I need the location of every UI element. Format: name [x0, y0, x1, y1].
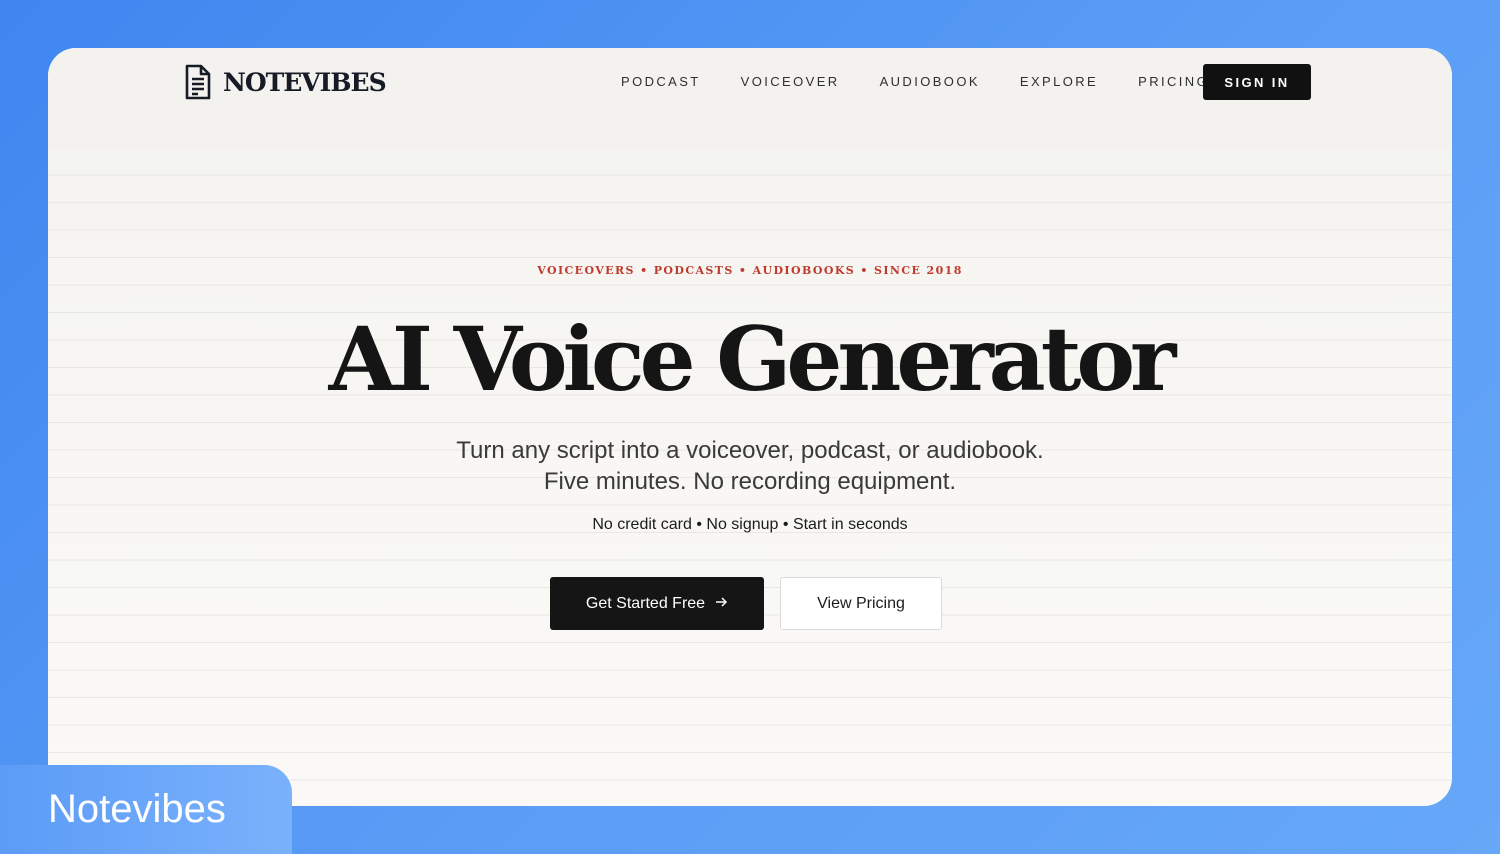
nav-item-explore[interactable]: EXPLORE [1020, 74, 1098, 90]
brand-name: NOTEVIBES [223, 67, 387, 97]
hero-eyebrow: VOICEOVERS • PODCASTS • AUDIOBOOKS • SIN… [537, 264, 963, 277]
badge-label: Notevibes [48, 787, 226, 831]
view-pricing-label: View Pricing [817, 594, 905, 612]
get-started-label: Get Started Free [585, 594, 706, 612]
nav-item-pricing[interactable]: PRICING [1138, 74, 1209, 90]
browser-frame: NOTEVIBES PODCAST VOICEOVER AUDIOBOOK EX… [48, 48, 1452, 806]
nav-item-podcast[interactable]: PODCAST [621, 74, 701, 90]
hero-perks: No credit card • No signup • Start in se… [592, 516, 908, 533]
nav-item-audiobook[interactable]: AUDIOBOOK [880, 74, 980, 90]
document-icon [183, 62, 213, 102]
hero-headline: AI Voice Generator [328, 307, 1177, 411]
get-started-button[interactable]: Get Started Free [550, 577, 764, 630]
brand-logo[interactable]: NOTEVIBES [183, 62, 387, 102]
view-pricing-button[interactable]: View Pricing [780, 577, 942, 630]
hero-subhead: Turn any script into a voiceover, podcas… [456, 437, 1044, 495]
brand-badge: Notevibes [0, 765, 292, 854]
arrow-right-icon [715, 595, 728, 613]
main-nav: PODCAST VOICEOVER AUDIOBOOK EXPLORE PRIC… [621, 74, 1249, 90]
top-navbar: NOTEVIBES PODCAST VOICEOVER AUDIOBOOK EX… [48, 48, 1452, 148]
sign-in-button[interactable]: SIGN IN [1203, 64, 1311, 100]
nav-item-voiceover[interactable]: VOICEOVER [741, 74, 840, 90]
